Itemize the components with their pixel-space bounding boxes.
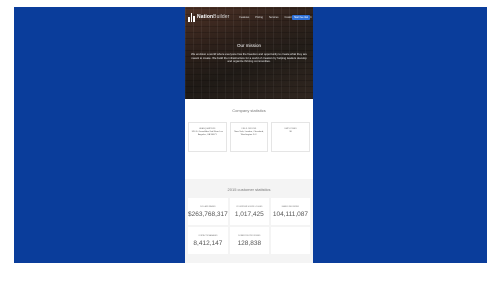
card-label: Headquarters: [199, 128, 216, 130]
stat-dollars-raised: Dollars raised $263,768,317: [188, 198, 228, 225]
stats-grid: Dollars raised $263,768,317 Volunteer ho…: [185, 192, 313, 254]
employees-card: Employees 90: [271, 122, 311, 152]
company-statistics-title: Company statistics: [232, 108, 266, 113]
card-value: New York, London, Cleveland, Washington …: [234, 131, 264, 136]
card-value: 90: [289, 131, 292, 133]
card-label: Employees: [284, 128, 297, 130]
customer-statistics-section: 2015 customer statistics Dollars raised …: [185, 179, 313, 260]
mission-title: Our mission: [236, 43, 261, 48]
stat-contacts-managed: Contacts managed 8,412,147: [188, 227, 228, 254]
stat-value: 8,412,147: [193, 240, 223, 247]
building-logo-icon: [188, 12, 196, 22]
customer-statistics-title: 2015 customer statistics: [227, 187, 271, 192]
stat-empty: [270, 227, 310, 254]
stat-label: Emails delivered: [281, 206, 300, 208]
card-value: 520 S. Grand Ave 2nd Floor Los Angeles, …: [191, 131, 223, 136]
hero-section: NationBuilder Features Pricing Services …: [185, 7, 313, 99]
mission-text: We envision a world where everyone has t…: [191, 52, 307, 64]
website-page: NationBuilder Features Pricing Services …: [185, 7, 313, 263]
card-label: Field offices: [241, 128, 257, 130]
stat-value: 128,838: [237, 240, 262, 247]
stat-value: $263,768,317: [188, 211, 228, 218]
field-offices-card: Field offices New York, London, Clevelan…: [229, 122, 269, 152]
video-frame: NationBuilder Features Pricing Services …: [14, 7, 487, 263]
stat-label: Dollars raised: [200, 206, 216, 208]
mission-block: Our mission We envision a world where ev…: [185, 43, 313, 64]
company-statistics-section: Company statistics Headquarters 520 S. G…: [185, 99, 313, 179]
stat-emails-delivered: Emails delivered 104,111,087: [270, 198, 310, 225]
stat-label: Contacts managed: [198, 235, 218, 237]
stat-donations-processed: Donations processed 128,838: [229, 227, 269, 254]
stat-value: 1,017,425: [234, 211, 264, 218]
nav-link-pricing[interactable]: Pricing: [255, 16, 263, 19]
stat-volunteer-hours: Volunteer hours logged 1,017,425: [229, 198, 269, 225]
nav-link-services[interactable]: Services: [269, 16, 279, 19]
start-trial-button[interactable]: Start free trial: [292, 15, 310, 20]
headquarters-card: Headquarters 520 S. Grand Ave 2nd Floor …: [188, 122, 227, 152]
stat-label: Volunteer hours logged: [236, 206, 263, 208]
stat-label: Donations processed: [238, 235, 261, 237]
stat-value: 104,111,087: [272, 211, 309, 218]
logo-text: NationBuilder: [197, 14, 230, 20]
logo[interactable]: NationBuilder: [188, 12, 230, 22]
nav-link-features[interactable]: Features: [239, 16, 249, 19]
company-cards: Headquarters 520 S. Grand Ave 2nd Floor …: [185, 113, 313, 152]
